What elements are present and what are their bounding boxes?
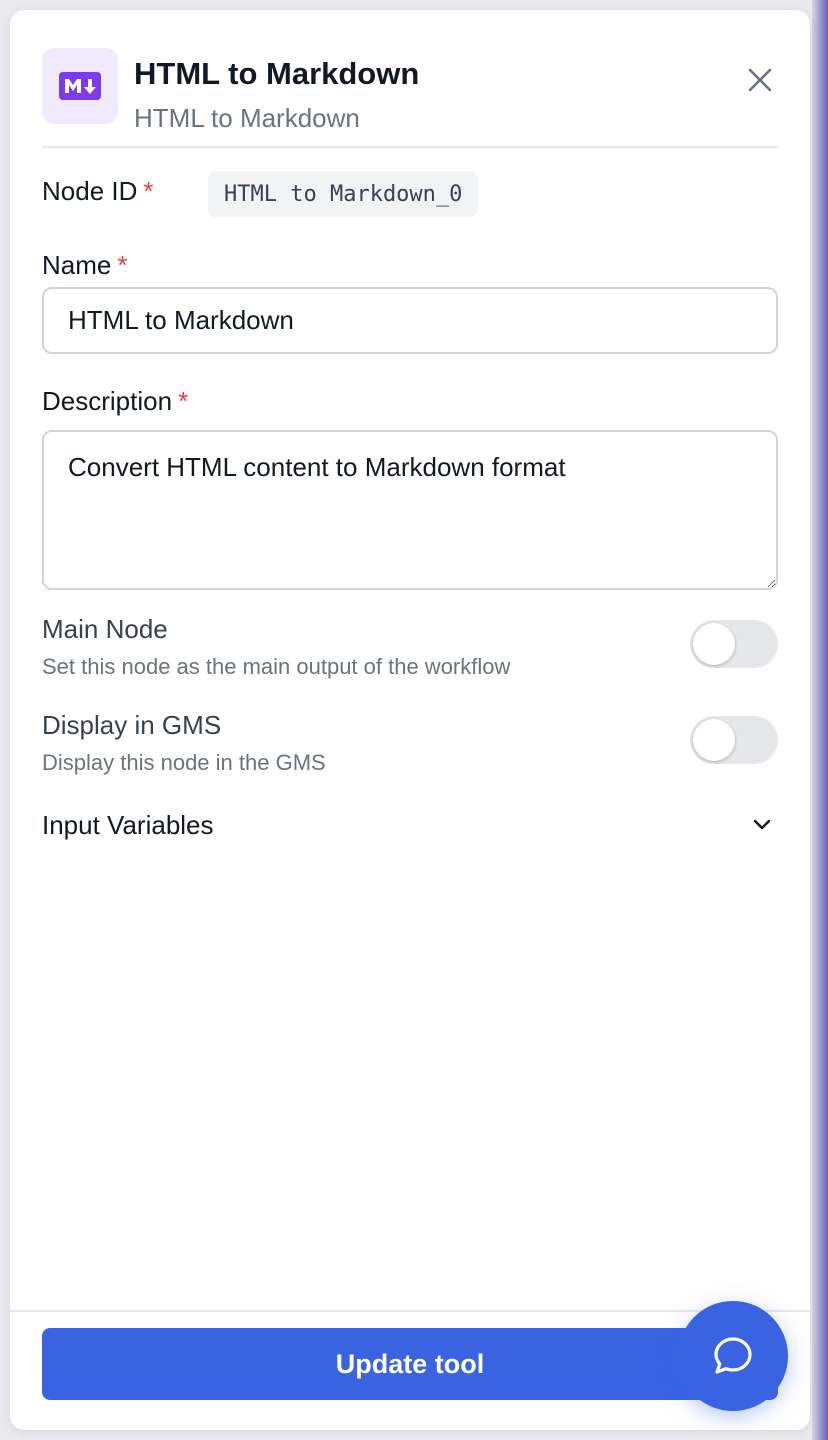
header-divider	[42, 146, 778, 148]
input-variables-section[interactable]: Input Variables	[42, 805, 778, 845]
backdrop-edge	[812, 0, 828, 1440]
name-label: Name *	[42, 250, 127, 281]
required-mark: *	[143, 176, 154, 206]
main-node-toggle[interactable]	[690, 620, 778, 668]
required-mark: *	[178, 386, 189, 416]
name-input[interactable]	[42, 287, 778, 354]
node-id-label: Node ID *	[42, 176, 154, 207]
node-config-panel: HTML to Markdown HTML to Markdown Node I…	[10, 10, 810, 1430]
chevron-down-icon	[753, 819, 771, 830]
update-tool-button[interactable]: Update tool	[42, 1328, 778, 1400]
main-node-description: Set this node as the main output of the …	[42, 654, 511, 679]
toggle-knob	[693, 719, 735, 761]
close-icon	[748, 68, 772, 92]
chat-button[interactable]	[678, 1301, 788, 1411]
input-variables-title: Input Variables	[42, 809, 214, 840]
description-textarea[interactable]: Convert HTML content to Markdown format	[42, 430, 778, 590]
panel-title: HTML to Markdown	[134, 56, 420, 91]
display-gms-title: Display in GMS	[42, 710, 222, 740]
panel-header: HTML to Markdown HTML to Markdown	[42, 48, 778, 148]
chat-bubble-icon	[714, 1337, 752, 1374]
main-node-title: Main Node	[42, 614, 168, 644]
footer-divider	[10, 1310, 810, 1312]
description-label: Description *	[42, 386, 188, 417]
description-label-text: Description	[42, 386, 173, 416]
toggle-knob	[693, 623, 735, 665]
name-label-text: Name	[42, 250, 112, 280]
markdown-icon	[42, 48, 118, 124]
panel-subtitle: HTML to Markdown	[134, 103, 360, 133]
node-id-label-text: Node ID	[42, 176, 138, 206]
required-mark: *	[117, 250, 128, 280]
display-gms-toggle[interactable]	[690, 716, 778, 764]
display-gms-description: Display this node in the GMS	[42, 750, 326, 775]
close-button[interactable]	[742, 62, 778, 98]
node-id-value: HTML to Markdown_0	[208, 171, 479, 217]
